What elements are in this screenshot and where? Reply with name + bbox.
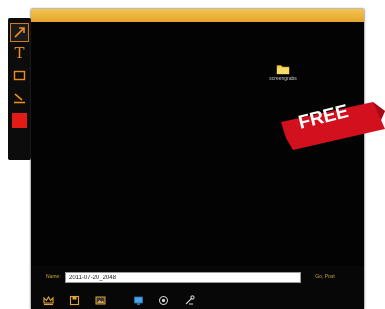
action-icon-row — [42, 294, 212, 307]
screen-icon — [134, 296, 143, 305]
tools-icon — [185, 295, 195, 305]
color-picker-swatch[interactable] — [12, 113, 27, 128]
tools-button[interactable] — [183, 294, 196, 307]
save-button[interactable] — [68, 294, 81, 307]
arrow-icon — [14, 27, 25, 38]
free-badge: FREE — [281, 101, 385, 150]
window-titlebar[interactable] — [31, 9, 364, 22]
arrow-tool-button[interactable] — [10, 23, 29, 42]
crown-button[interactable] — [42, 294, 55, 307]
capture-window: screengrabs Name: Go, Post — [31, 9, 364, 309]
folder-label: screengrabs — [269, 76, 297, 82]
rectangle-tool-button[interactable] — [11, 67, 28, 84]
filename-label: Name: — [46, 274, 61, 280]
highlighter-icon — [14, 93, 25, 104]
highlighter-tool-button[interactable] — [11, 89, 28, 106]
folder-icon — [276, 65, 290, 75]
settings-icon — [159, 296, 168, 305]
screenshot-stage: T screengrabs Name: 2011-07-20_2048 Go, … — [0, 0, 385, 309]
screen-button[interactable] — [132, 294, 145, 307]
crown-icon — [43, 295, 54, 306]
save-icon — [69, 295, 80, 306]
rectangle-icon — [13, 70, 26, 81]
save-bar: Name: Go, Post — [31, 266, 364, 309]
text-icon: T — [14, 44, 25, 62]
image-icon — [95, 296, 106, 305]
desktop-folder[interactable]: screengrabs — [253, 63, 313, 83]
go-post-button[interactable]: Go, Post — [311, 272, 339, 283]
filename-input[interactable] — [65, 272, 301, 283]
annotation-toolbar: T — [8, 18, 31, 160]
settings-button[interactable] — [157, 294, 170, 307]
image-button[interactable] — [94, 294, 107, 307]
text-tool-button[interactable]: T — [11, 45, 28, 62]
